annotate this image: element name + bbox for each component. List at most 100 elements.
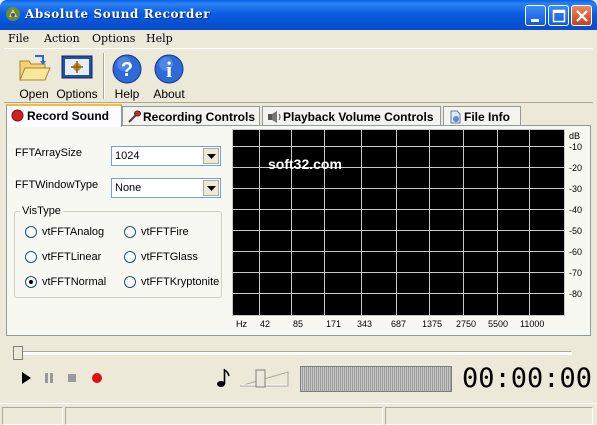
music-note-icon: [217, 368, 230, 387]
microphone-icon: [128, 110, 141, 123]
db-tick: -50: [569, 226, 583, 236]
options-button[interactable]: Options: [54, 51, 100, 101]
radio-vtfftglass[interactable]: vtFFTGlass: [124, 251, 198, 263]
db-unit-label: dB: [569, 131, 581, 141]
stop-button[interactable]: [64, 370, 80, 386]
open-button[interactable]: Open: [11, 51, 57, 101]
about-button[interactable]: i About: [146, 51, 192, 101]
minimize-button[interactable]: [525, 5, 546, 26]
db-tick: -10: [569, 142, 583, 152]
position-slider-track[interactable]: [18, 351, 572, 355]
help-icon: ?: [112, 54, 142, 84]
dropdown-arrow[interactable]: [203, 148, 219, 164]
tab-file-info[interactable]: File Info: [443, 106, 521, 126]
chevron-down-icon: [207, 154, 216, 159]
status-panel: [2, 407, 63, 425]
radio-vtfftlinear[interactable]: vtFFTLinear: [25, 251, 101, 263]
radio-label: vtFFTNormal: [42, 276, 107, 288]
radio-vtfftkryptonite[interactable]: vtFFTKryptonite: [124, 276, 219, 288]
radio-vtfftnormal[interactable]: vtFFTNormal: [25, 276, 106, 288]
db-tick: -20: [569, 163, 583, 173]
position-slider-thumb[interactable]: [13, 346, 23, 360]
pause-button[interactable]: [41, 370, 57, 386]
status-panel: [385, 407, 593, 425]
menu-options[interactable]: Options: [92, 32, 135, 45]
window-title: Absolute Sound Recorder: [25, 7, 211, 21]
menu-bar: File Action Options Help: [4, 30, 593, 48]
vistype-group-title: VisType: [20, 205, 63, 217]
tab-recording-controls[interactable]: Recording Controls: [122, 106, 260, 126]
file-info-icon: [450, 110, 461, 124]
options-label: Options: [56, 87, 98, 101]
hz-tick: 171: [326, 319, 342, 329]
record-button[interactable]: [89, 370, 105, 386]
tab-playback-volume-label: Playback Volume Controls: [283, 110, 434, 124]
radio-label: vtFFTAnalog: [42, 226, 105, 238]
svg-text:i: i: [166, 57, 172, 82]
radio-label: vtFFTFire: [141, 226, 189, 238]
title-bar: Absolute Sound Recorder: [0, 0, 597, 30]
hz-unit-label: Hz: [236, 319, 247, 329]
about-label: About: [153, 87, 185, 101]
close-icon: [576, 10, 588, 22]
close-button[interactable]: [571, 5, 592, 26]
radio-label: vtFFTKryptonite: [141, 276, 220, 288]
tab-playback-volume[interactable]: Playback Volume Controls: [262, 106, 441, 126]
db-tick: -60: [569, 247, 583, 257]
fft-array-size-value: 1024: [115, 150, 140, 162]
radio-vtfftanalog[interactable]: vtFFTAnalog: [25, 226, 104, 238]
tab-record-sound-label: Record Sound: [27, 109, 110, 123]
fft-window-type-select[interactable]: None: [111, 178, 221, 198]
status-panel: [65, 407, 383, 425]
radio-vtfftfire[interactable]: vtFFTFire: [124, 226, 189, 238]
speaker-icon: [268, 111, 281, 123]
tab-record-sound[interactable]: Record Sound: [6, 104, 122, 127]
hz-tick: 343: [357, 319, 373, 329]
dropdown-arrow[interactable]: [203, 180, 219, 196]
hz-tick: 42: [260, 319, 271, 329]
fft-window-type-value: None: [115, 182, 142, 194]
status-bar: [0, 403, 597, 425]
hz-tick: 85: [293, 319, 304, 329]
hz-tick: 687: [391, 319, 407, 329]
app-icon: [6, 7, 20, 21]
options-icon: [61, 55, 93, 79]
radio-label: vtFFTGlass: [141, 251, 198, 263]
hz-tick: 5500: [488, 319, 509, 329]
tab-recording-controls-label: Recording Controls: [143, 110, 256, 124]
hz-tick: 1375: [422, 319, 443, 329]
maximize-icon: [552, 9, 566, 23]
fft-window-type-label: FFTWindowType: [15, 179, 99, 191]
db-tick: -70: [569, 268, 583, 278]
vu-meter: [300, 366, 452, 392]
info-icon: i: [154, 54, 184, 84]
open-label: Open: [19, 87, 49, 101]
menu-file[interactable]: File: [8, 32, 29, 45]
volume-slider-thumb: [255, 369, 266, 388]
db-tick: -80: [569, 289, 583, 299]
db-tick: -40: [569, 205, 583, 215]
fft-array-size-select[interactable]: 1024: [111, 146, 221, 166]
db-tick: -30: [569, 184, 583, 194]
hz-tick: 2750: [456, 319, 477, 329]
menu-action[interactable]: Action: [44, 32, 80, 45]
toolbar: Open Options ? Help i About: [4, 48, 593, 103]
volume-slider[interactable]: [238, 368, 290, 388]
radio-label: vtFFTLinear: [42, 251, 102, 263]
svg-text:?: ?: [121, 59, 133, 81]
menu-help[interactable]: Help: [146, 32, 173, 45]
chevron-down-icon: [207, 186, 216, 191]
folder-open-icon: [19, 55, 51, 81]
tab-file-info-label: File Info: [464, 110, 510, 124]
help-label: Help: [114, 87, 140, 101]
record-dot-icon: [11, 109, 24, 122]
maximize-button[interactable]: [548, 5, 569, 26]
play-button[interactable]: [18, 370, 34, 386]
elapsed-timer: 00:00:00: [462, 363, 593, 394]
watermark: soft32.com: [268, 156, 342, 172]
hz-tick: 11000: [520, 319, 545, 329]
help-button[interactable]: ? Help: [104, 51, 150, 101]
minimize-icon: [531, 19, 539, 22]
tab-strip: Record Sound Recording Controls Playback…: [6, 104, 591, 127]
fft-array-size-label: FFTArraySize: [15, 147, 83, 159]
